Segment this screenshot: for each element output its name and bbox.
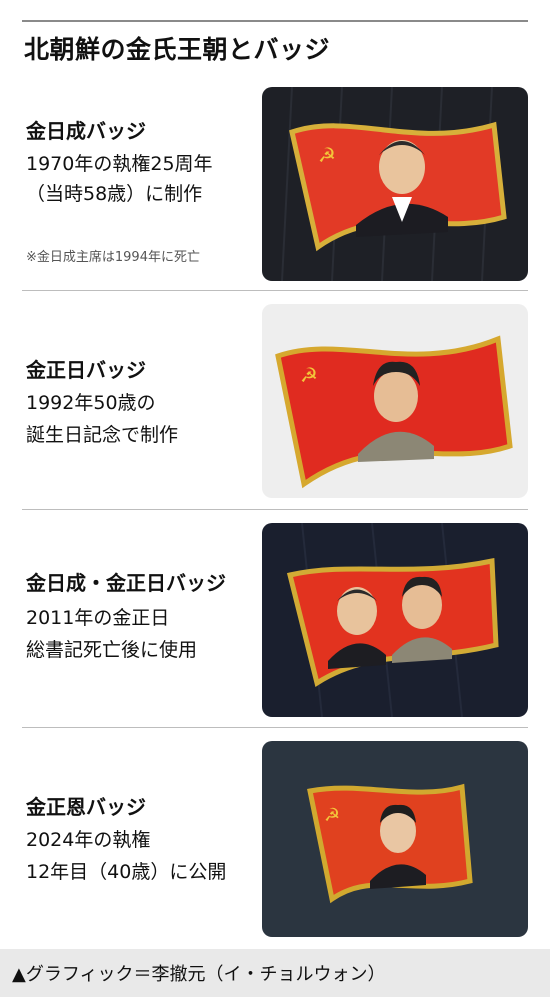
badge-name: 金日成バッジ	[26, 119, 146, 143]
separator	[22, 509, 528, 510]
badge-desc-line1: 2011年の金正日	[26, 607, 170, 629]
badge-row-kim-il-sung-kim-jong-il: 金日成・金正日バッジ 2011年の金正日 総書記死亡後に使用	[22, 519, 528, 717]
badge-row-kim-jong-un: 金正恩バッジ 2024年の執権 12年目（40歳）に公開 ☭	[22, 737, 528, 937]
page-title: 北朝鮮の金氏王朝とバッジ	[24, 35, 331, 64]
badge-note: ※金日成主席は1994年に死亡	[26, 250, 200, 265]
badge-desc-line1: 1992年50歳の	[26, 392, 156, 414]
svg-text:☭: ☭	[324, 805, 340, 826]
badge-photo-kim-il-sung-kim-jong-il	[262, 523, 528, 717]
badge-desc-line2: 誕生日記念で制作	[26, 424, 179, 446]
badge-desc-line2: （当時58歳）に制作	[26, 183, 203, 205]
badge-photo-kim-jong-il: ☭	[262, 304, 528, 498]
badge-row-kim-jong-il: 金正日バッジ 1992年50歳の 誕生日記念で制作 ☭	[22, 302, 528, 499]
badge-photo-kim-jong-un: ☭	[262, 741, 528, 937]
badge-name: 金日成・金正日バッジ	[26, 571, 226, 595]
badge-photo-kim-il-sung: ☭	[262, 87, 528, 281]
badge-desc-line2: 総書記死亡後に使用	[26, 639, 198, 661]
badge-desc-line1: 1970年の執権25周年	[26, 153, 213, 175]
badge-desc-line1: 2024年の執権	[26, 829, 151, 851]
svg-text:☭: ☭	[300, 363, 318, 387]
badge-desc-line2: 12年目（40歳）に公開	[26, 861, 227, 883]
badge-row-kim-il-sung: 金日成バッジ 1970年の執権25周年 （当時58歳）に制作 ※金日成主席は19…	[22, 85, 528, 281]
svg-text:☭: ☭	[318, 143, 336, 167]
separator	[22, 727, 528, 728]
footer-credit: ▲グラフィック＝李撤元（イ・チョルウォン）	[12, 964, 386, 985]
badge-name: 金正日バッジ	[26, 358, 146, 382]
separator	[22, 290, 528, 291]
badge-name: 金正恩バッジ	[26, 795, 146, 819]
top-rule	[22, 20, 528, 22]
footer-credit-bar: ▲グラフィック＝李撤元（イ・チョルウォン）	[0, 949, 550, 997]
